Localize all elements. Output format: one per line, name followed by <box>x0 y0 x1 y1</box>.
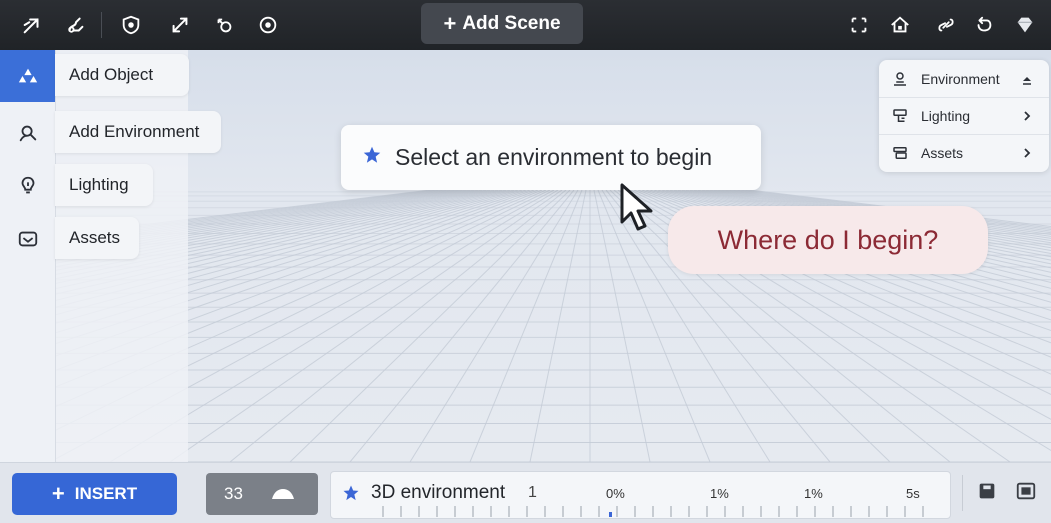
shield-icon[interactable] <box>119 13 143 37</box>
help-speech-bubble: Where do I begin? <box>668 206 988 274</box>
insert-label: INSERT <box>74 484 138 503</box>
star-icon <box>361 144 383 172</box>
sidebar-item-label: Assets <box>69 228 121 247</box>
chevron-up-icon[interactable] <box>1021 70 1033 88</box>
sidebar-item-lighting[interactable]: Lighting <box>55 164 153 206</box>
insert-button[interactable]: + INSERT <box>12 473 177 515</box>
rotate-icon[interactable] <box>212 13 236 37</box>
layer-number: 33 <box>224 484 243 503</box>
add-scene-label: Add Scene <box>462 12 561 34</box>
panel-item-label: Lighting <box>921 107 971 124</box>
frame-icon[interactable] <box>847 13 871 37</box>
panel-item-label: Environment <box>921 71 1000 87</box>
playhead-marker[interactable] <box>609 512 612 517</box>
sidebar-item-assets[interactable]: Assets <box>55 217 139 259</box>
image-box-icon[interactable] <box>0 213 55 265</box>
home-icon[interactable] <box>888 13 912 37</box>
link-path-icon[interactable] <box>64 13 88 37</box>
target-icon[interactable] <box>256 13 280 37</box>
sidebar-item-add-environment[interactable]: Add Environment <box>55 111 221 153</box>
bubble-text: Where do I begin? <box>717 224 939 255</box>
chevron-right-icon[interactable] <box>1021 144 1033 162</box>
link-icon[interactable] <box>934 13 958 37</box>
add-scene-button[interactable]: + Add Scene <box>421 3 583 44</box>
person-pin-icon <box>894 72 906 86</box>
select-environment-prompt[interactable]: Select an environment to begin <box>341 125 761 190</box>
toolbar-divider <box>101 12 102 38</box>
undo-icon[interactable] <box>972 13 996 37</box>
panel-item-label: Assets <box>921 144 964 161</box>
sidebar-item-label: Lighting <box>69 175 129 194</box>
sidebar-item-label: Add Environment <box>69 122 200 141</box>
sidebar-item-label: Add Object <box>69 65 154 84</box>
scale-arrows-icon[interactable] <box>168 13 192 37</box>
timeline-track[interactable]: 3D environment 1 0% 1% 1% 5s <box>330 471 951 519</box>
left-sidebar <box>0 50 56 462</box>
person-search-icon[interactable] <box>0 107 55 159</box>
mouse-pointer-icon <box>618 182 662 241</box>
diamond-icon[interactable] <box>1013 13 1037 37</box>
timeline-ruler <box>382 506 924 517</box>
bottom-divider <box>962 475 963 511</box>
lighting-rig-icon <box>893 108 907 122</box>
bottom-bar: + INSERT 33 3D environment 1 0% 1% 1% 5s <box>0 462 1051 523</box>
panel-item-lighting[interactable]: Lighting <box>879 97 1049 133</box>
plus-icon: + <box>443 10 457 36</box>
panel-item-assets[interactable]: Assets <box>879 134 1049 170</box>
objects-icon[interactable] <box>0 50 55 102</box>
chevron-right-icon[interactable] <box>1021 107 1033 125</box>
preview-window-icon[interactable] <box>1014 479 1038 503</box>
plus-icon: + <box>51 481 65 506</box>
stack-icon <box>893 146 907 159</box>
panel-item-environment[interactable]: Environment <box>879 61 1049 97</box>
eject-up-icon[interactable] <box>270 487 296 501</box>
save-box-icon[interactable] <box>975 479 999 503</box>
properties-panel: Environment Lighting Assets <box>879 60 1049 172</box>
top-toolbar: + Add Scene <box>0 0 1051 50</box>
layer-selector[interactable]: 33 <box>206 473 318 515</box>
lightbulb-icon[interactable] <box>0 160 55 212</box>
sidebar-item-add-object[interactable]: Add Object <box>55 54 189 96</box>
cursor-arrow-icon[interactable] <box>20 13 44 37</box>
prompt-text: Select an environment to begin <box>395 144 713 170</box>
